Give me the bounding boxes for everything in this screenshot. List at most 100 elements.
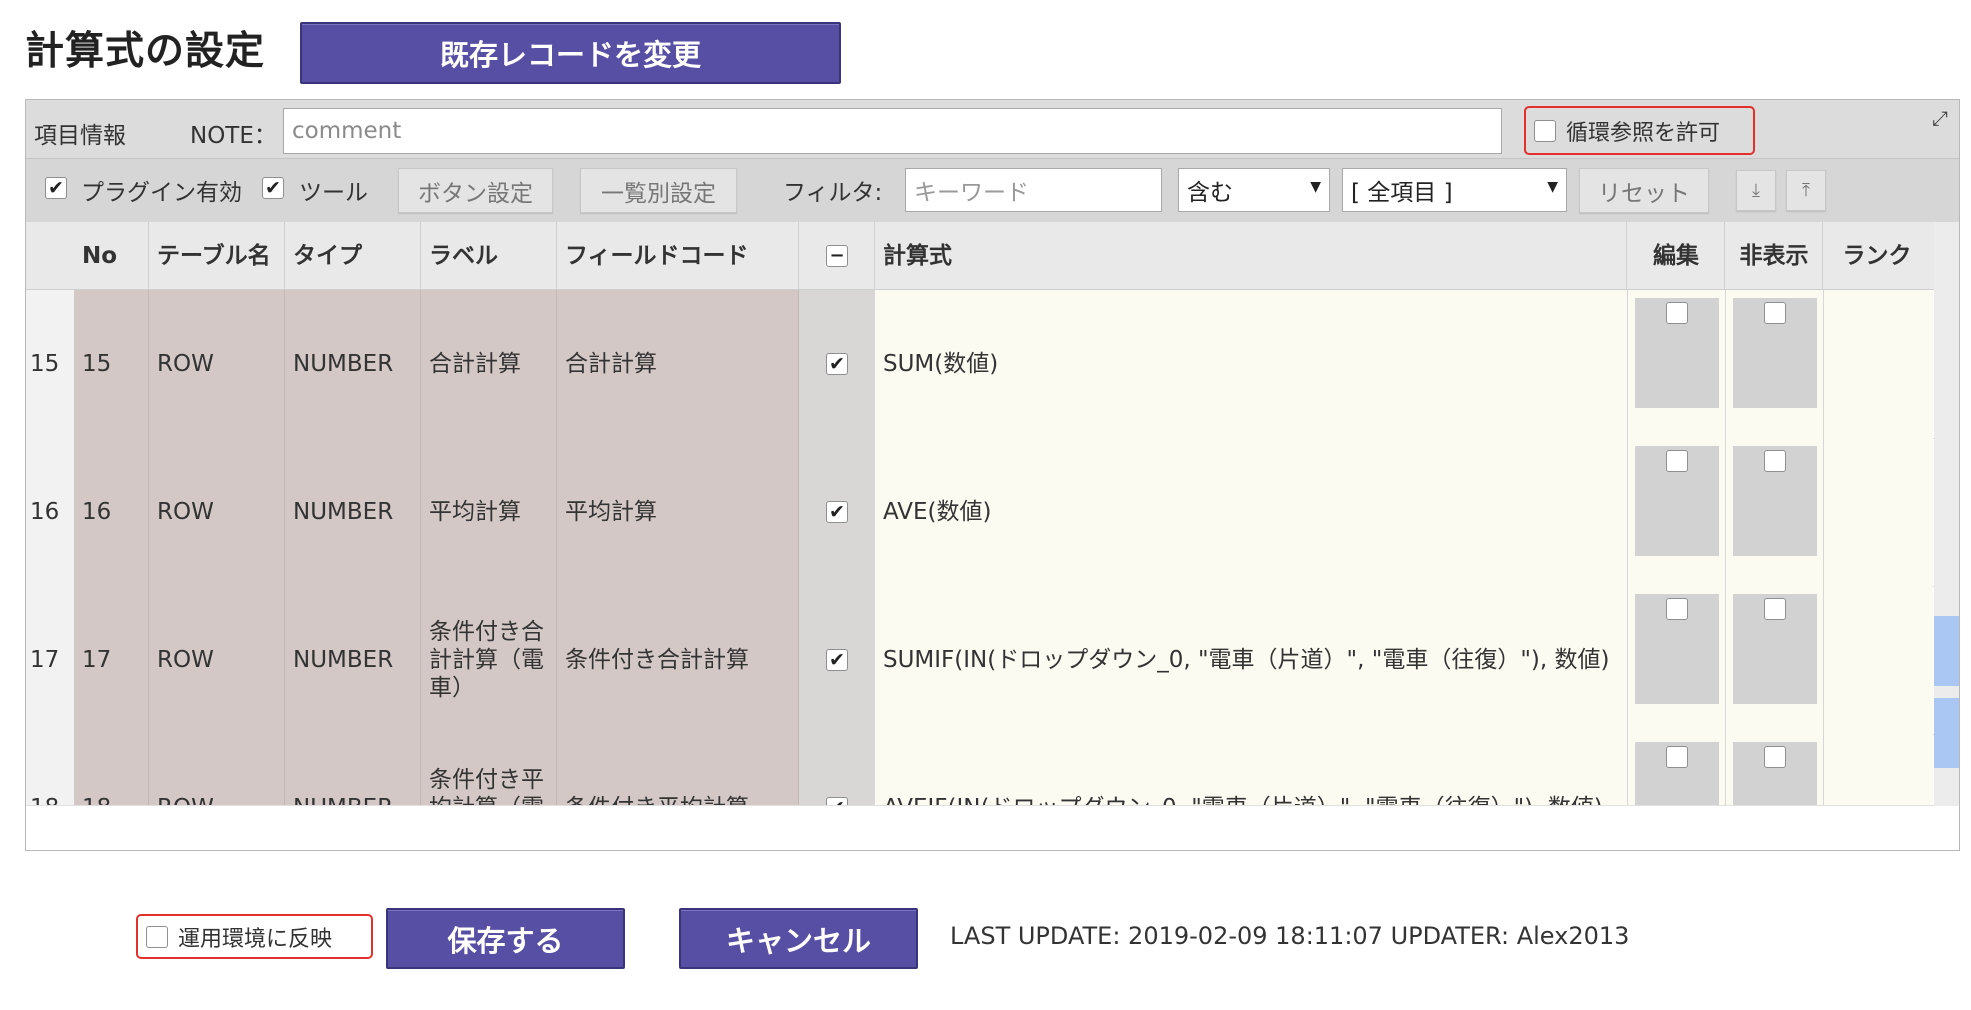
row-edit-checkbox[interactable] [1665,302,1688,324]
column-header-table-name: テーブル名 [157,242,271,269]
row-edit-cell [1627,734,1725,805]
row-index: 15 [26,290,74,438]
column-header-toggle[interactable]: − [799,222,875,290]
column-divider [556,222,557,290]
row-label: 平均計算 [421,438,557,586]
row-hide-box [1732,742,1817,805]
column-divider [798,222,799,290]
row-table-name: ROW [149,734,285,805]
scrollbar-marker [1934,616,1959,686]
download-icon[interactable]: ⤓ [1736,170,1776,211]
circular-reference-label: 循環参照を許可 [1566,120,1721,146]
change-existing-records-button[interactable]: 既存レコードを変更 [300,22,841,84]
column-divider [420,222,421,290]
row-edit-checkbox[interactable] [1665,746,1688,768]
row-formula[interactable]: AVEIF(IN(ドロップダウン_0, "電車（片道）", "電車（往復）"),… [875,734,1627,805]
match-select-value: 含む [1187,180,1233,206]
column-divider [1822,222,1823,290]
row-formula[interactable]: SUM(数値) [875,290,1627,438]
row-rank [1823,290,1933,438]
row-label: 合計計算 [421,290,557,438]
column-header-no: No [82,242,118,269]
row-hide-cell [1725,438,1823,586]
column-divider [1724,222,1725,290]
table-row[interactable]: 17 17 ROW NUMBER 条件付き合計計算（電車） 条件付き合計計算 ✔… [26,586,1945,735]
row-enabled-cell: ✔ [799,586,875,734]
last-update-info: LAST UPDATE: 2019-02-09 18:11:07 UPDATER… [950,922,1630,950]
table-row[interactable]: 18 18 ROW NUMBER 条件付き平均計算（電車） 条件付き平均計算 ✔… [26,734,1945,805]
minus-icon[interactable]: − [826,245,848,267]
scrollbar-marker [1934,698,1959,768]
reflect-environment-toggle[interactable]: 運用環境に反映 [136,914,373,959]
row-enabled-checkbox[interactable]: ✔ [826,353,848,375]
plugin-enabled-checkbox[interactable]: ✔ [45,177,67,199]
row-type: NUMBER [285,438,421,586]
row-hide-box [1732,446,1817,556]
column-header-label: ラベル [429,242,498,269]
row-no: 16 [74,438,149,586]
reflect-environment-checkbox[interactable] [146,925,168,948]
column-header-formula: 計算式 [883,242,952,269]
row-hide-checkbox[interactable] [1763,450,1786,472]
row-label: 条件付き平均計算（電車） [421,734,557,805]
page-title: 計算式の設定 [25,29,266,74]
match-select[interactable]: 含む ▼ [1178,168,1330,212]
row-hide-checkbox[interactable] [1763,746,1786,768]
row-field-code: 平均計算 [557,438,799,586]
column-divider [874,222,875,290]
reset-button[interactable]: リセット [1579,168,1709,213]
row-table-name: ROW [149,586,285,734]
cancel-button[interactable]: キャンセル [679,908,918,969]
row-rank [1823,438,1933,586]
column-header-field-code: フィールドコード [565,242,749,269]
upload-icon[interactable]: ⤒ [1786,170,1826,211]
field-select[interactable]: [ 全項目 ] ▼ [1342,168,1567,212]
row-field-code: 条件付き平均計算 [557,734,799,805]
expand-icon[interactable]: ⤢ [1932,106,1948,130]
table-row[interactable]: 15 15 ROW NUMBER 合計計算 合計計算 ✔ SUM(数値) [26,290,1945,439]
row-edit-cell [1627,586,1725,734]
row-edit-checkbox[interactable] [1665,450,1688,472]
filter-label: フィルタ: [783,180,883,206]
row-enabled-checkbox[interactable]: ✔ [826,649,848,671]
row-label: 条件付き合計計算（電車） [421,586,557,734]
button-settings-button[interactable]: ボタン設定 [398,168,553,213]
row-edit-checkbox[interactable] [1665,598,1688,620]
row-index: 18 [26,734,74,805]
row-hide-cell [1725,734,1823,805]
row-hide-checkbox[interactable] [1763,598,1786,620]
row-formula[interactable]: SUMIF(IN(ドロップダウン_0, "電車（片道）", "電車（往復）"),… [875,586,1627,734]
keyword-input[interactable]: キーワード [905,168,1162,212]
table-body: 15 15 ROW NUMBER 合計計算 合計計算 ✔ SUM(数値) 16 … [26,290,1945,805]
circular-reference-checkbox[interactable] [1534,119,1556,142]
save-button[interactable]: 保存する [386,908,625,969]
row-edit-cell [1627,438,1725,586]
note-input[interactable] [283,108,1502,154]
circular-reference-toggle[interactable]: 循環参照を許可 [1524,106,1755,155]
row-no: 15 [74,290,149,438]
row-type: NUMBER [285,734,421,805]
reflect-environment-label: 運用環境に反映 [178,926,333,952]
tool-checkbox[interactable]: ✔ [262,177,284,199]
row-hide-box [1732,594,1817,704]
row-table-name: ROW [149,290,285,438]
row-hide-checkbox[interactable] [1763,302,1786,324]
row-type: NUMBER [285,586,421,734]
row-enabled-cell: ✔ [799,438,875,586]
tool-label: ツール [299,180,368,206]
row-edit-box [1634,446,1719,556]
row-index: 16 [26,438,74,586]
table-row[interactable]: 16 16 ROW NUMBER 平均計算 平均計算 ✔ AVE(数値) [26,438,1945,587]
row-formula[interactable]: AVE(数値) [875,438,1627,586]
column-header-rank: ランク [1842,242,1912,269]
row-index: 17 [26,586,74,734]
row-enabled-checkbox[interactable]: ✔ [826,501,848,523]
field-select-value: [ 全項目 ] [1351,180,1453,206]
row-enabled-checkbox[interactable]: ✔ [826,797,848,805]
column-header-edit: 編集 [1653,242,1699,269]
column-header-hide: 非表示 [1739,242,1809,269]
list-settings-button[interactable]: 一覧別設定 [580,168,737,213]
column-divider [1626,222,1627,290]
row-no: 17 [74,586,149,734]
row-enabled-cell: ✔ [799,734,875,805]
